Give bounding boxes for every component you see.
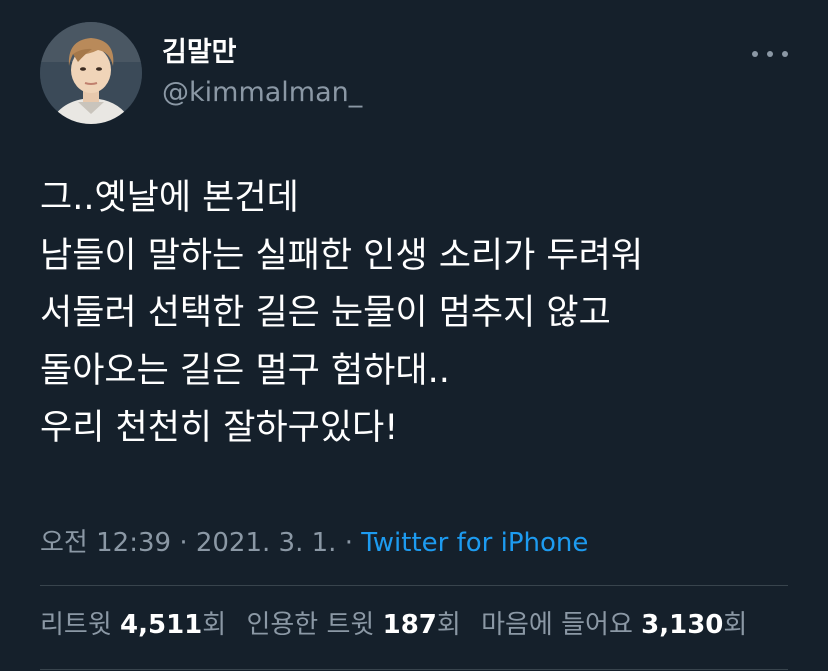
more-dot — [767, 51, 773, 57]
quotes-suffix: 회 — [436, 610, 461, 640]
user-handle[interactable]: @kimmalman_ — [162, 76, 362, 110]
tweet-source-link[interactable]: Twitter for iPhone — [361, 528, 588, 558]
display-name[interactable]: 김말만 — [162, 36, 237, 70]
divider — [40, 585, 788, 586]
divider — [40, 669, 788, 670]
meta-separator: · — [344, 528, 353, 558]
tweet-card: 김말만 @kimmalman_ 그..옛날에 본건데 남들이 말하는 실패한 인… — [0, 0, 828, 671]
likes-label: 마음에 들어요 — [481, 610, 633, 640]
quotes-label: 인용한 트윗 — [246, 610, 375, 640]
retweets-suffix: 회 — [202, 610, 227, 640]
tweet-text-line: 서둘러 선택한 길은 눈물이 멈추지 않고 — [40, 293, 611, 333]
more-dot — [752, 51, 758, 57]
more-dot — [782, 51, 788, 57]
tweet-time[interactable]: 오전 12:39 — [40, 528, 171, 558]
tweet-text-line: 우리 천천히 잘하구있다! — [40, 408, 399, 448]
likes-count: 3,130 — [641, 610, 724, 640]
meta-separator: · — [179, 528, 188, 558]
quotes-stat[interactable]: 인용한 트윗 187회 — [246, 606, 460, 644]
quotes-count: 187 — [382, 610, 437, 640]
tweet-stats: 리트윗 4,511회 인용한 트윗 187회 마음에 들어요 3,130회 — [40, 606, 759, 644]
more-horizontal-icon[interactable] — [752, 42, 788, 66]
tweet-meta: 오전 12:39 · 2021. 3. 1. · Twitter for iPh… — [40, 524, 588, 562]
likes-suffix: 회 — [723, 610, 748, 640]
profile-photo — [40, 22, 142, 124]
avatar[interactable] — [40, 22, 142, 124]
tweet-text-line: 그..옛날에 본건데 — [40, 178, 299, 218]
tweet-text-line: 남들이 말하는 실패한 인생 소리가 두려워 — [40, 235, 644, 276]
retweets-stat[interactable]: 리트윗 4,511회 — [40, 606, 226, 644]
likes-stat[interactable]: 마음에 들어요 3,130회 — [481, 606, 747, 644]
retweets-label: 리트윗 — [40, 610, 112, 640]
retweets-count: 4,511 — [120, 610, 203, 640]
tweet-text-line: 돌아오는 길은 멀구 험하대.. — [40, 350, 450, 391]
tweet-text: 그..옛날에 본건데 남들이 말하는 실패한 인생 소리가 두려워 서둘러 선택… — [40, 170, 800, 458]
tweet-date[interactable]: 2021. 3. 1. — [196, 528, 337, 558]
